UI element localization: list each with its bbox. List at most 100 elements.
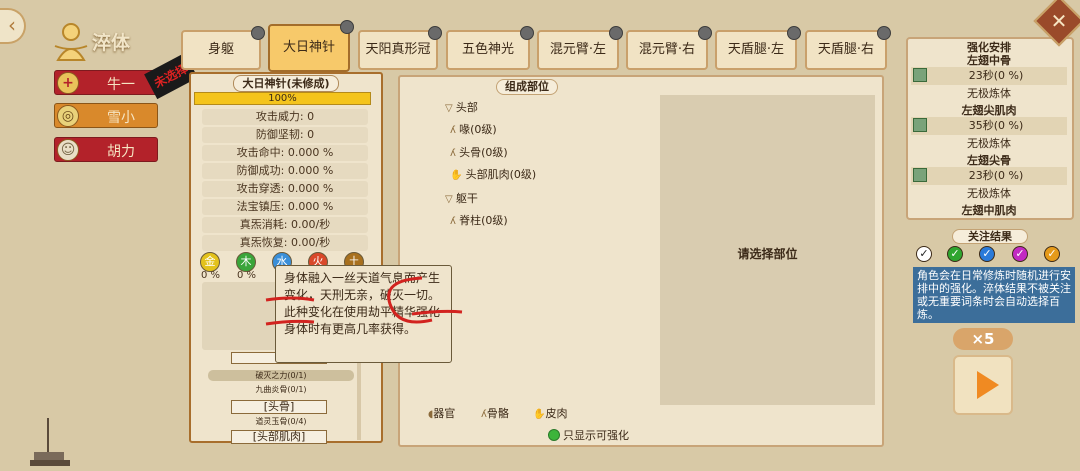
tree-item-skull[interactable]: ʎ 头骨(0级) <box>450 144 508 160</box>
sub-item-destruction[interactable]: 破灭之力(0/1) <box>208 370 354 381</box>
tab-label: 五色神光 <box>461 42 514 57</box>
play-icon <box>977 371 999 399</box>
tab-label: 混元臂·左 <box>549 42 607 57</box>
tab-body[interactable]: 身躯 <box>181 26 265 70</box>
bone-item-icon <box>913 68 927 82</box>
element-wood-icon: 木 <box>236 252 256 272</box>
muscle-item-icon <box>913 118 927 132</box>
plan-entry-name: 左翅尖骨 <box>967 154 1011 167</box>
stat-qi-recovery: 真炁恢复: 0.00/秒 <box>202 235 368 251</box>
element-wood-pct: 0 % <box>237 270 257 281</box>
collapse-arrow-icon: ▽ <box>445 194 456 205</box>
toggle-on-icon <box>548 429 560 441</box>
only-show-upgradable-toggle[interactable]: 只显示可强化 <box>548 427 629 443</box>
plan-entry-row[interactable]: 35秒(0 %) <box>911 117 1067 135</box>
tab-hunyuan-arm-right[interactable]: 混元臂·右 <box>626 26 712 70</box>
tab-label: 身躯 <box>207 42 234 57</box>
character-button-niuyi[interactable]: + 牛一 <box>54 70 158 95</box>
plus-icon: + <box>57 72 79 94</box>
legend-organ: ◖器官 <box>428 405 455 421</box>
focus-white-checkbox[interactable]: ✓ <box>916 246 932 262</box>
sub-item-daoling-bone[interactable]: 道灵玉骨(0/4) <box>208 416 354 427</box>
tab-label: 混元臂·右 <box>638 42 696 57</box>
tab-label: 天盾腿·左 <box>727 42 785 57</box>
close-icon: ✕ <box>1050 9 1068 33</box>
character-name: 雪小 <box>107 110 135 126</box>
character-name: 胡力 <box>107 144 135 160</box>
character-name: 牛一 <box>107 77 135 93</box>
select-part-prompt: 请选择部位 <box>737 247 798 261</box>
focus-orange-checkbox[interactable]: ✓ <box>1044 246 1060 262</box>
tab-label: 天盾腿·右 <box>817 42 875 57</box>
stat-treasure-suppression: 法宝镇压: 0.000 % <box>202 199 368 215</box>
plan-entry-name: 左翅中骨 <box>967 54 1011 67</box>
incense-burner-icon <box>30 418 70 466</box>
bone-icon: ʎ <box>450 148 460 159</box>
components-title: 组成部位 <box>496 79 558 95</box>
tree-group-head[interactable]: ▽ 头部 <box>445 99 478 115</box>
crest-icon: ◎ <box>57 105 79 127</box>
element-metal-pct: 0 % <box>201 270 221 281</box>
lock-icon <box>609 26 623 40</box>
body-tempering-icon <box>54 23 88 61</box>
collapse-arrow-icon: ▽ <box>445 103 456 114</box>
plan-entry-value: 23秒(0 %) <box>968 169 1024 182</box>
multiplier-button[interactable]: ×5 <box>953 328 1013 350</box>
tree-label: 躯干 <box>455 192 478 205</box>
plan-entry-name: 左翅中肌肉 <box>961 204 1017 217</box>
handwritten-annotation <box>265 276 463 326</box>
lock-icon <box>340 20 354 34</box>
organ-title: 大日神针(未修成) <box>233 75 339 92</box>
plan-entry-method: 无极炼体 <box>967 87 1011 100</box>
bone-item-icon <box>913 168 927 182</box>
legend-label: 骨骼 <box>486 407 509 420</box>
tab-tiandun-leg-right[interactable]: 天盾腿·右 <box>805 26 891 70</box>
focus-green-checkbox[interactable]: ✓ <box>947 246 963 262</box>
stat-attack-penetration: 攻击穿透: 0.000 % <box>202 181 368 197</box>
stat-attack-hit: 攻击命中: 0.000 % <box>202 145 368 161</box>
tree-label: 头骨(0级) <box>459 146 508 159</box>
stat-defense-success: 防御成功: 0.000 % <box>202 163 368 179</box>
stat-attack-power: 攻击威力: 0 <box>202 109 368 125</box>
element-metal-icon: 金 <box>200 252 220 272</box>
tab-tianyang-crown[interactable]: 天阳真形冠 <box>358 26 442 70</box>
sub-header-head-muscle: [头部肌肉] <box>231 430 327 444</box>
toggle-label: 只显示可强化 <box>563 429 629 442</box>
focus-blue-checkbox[interactable]: ✓ <box>979 246 995 262</box>
stat-qi-consumption: 真炁消耗: 0.00/秒 <box>202 217 368 233</box>
plan-entry-value: 23秒(0 %) <box>968 69 1024 82</box>
lock-icon <box>698 26 712 40</box>
character-button-xuexiao[interactable]: ◎ 雪小 <box>54 103 158 128</box>
character-button-huli[interactable]: ☺ 胡力 <box>54 137 158 162</box>
start-button[interactable] <box>953 355 1013 415</box>
tab-hunyuan-arm-left[interactable]: 混元臂·左 <box>537 26 623 70</box>
lock-icon <box>428 26 442 40</box>
legend-label: 皮肉 <box>545 407 568 420</box>
tree-label: 头部肌肉(0级) <box>465 168 537 181</box>
tab-dari-shenzhen[interactable]: 大日神针 <box>268 20 354 72</box>
tab-label: 天阳真形冠 <box>365 42 431 57</box>
stat-defense-toughness: 防御坚韧: 0 <box>202 127 368 143</box>
lock-icon <box>877 26 891 40</box>
sub-item-jiuqu-bone[interactable]: 九曲炎骨(0/1) <box>208 384 354 395</box>
tree-item-beak[interactable]: ʎ 喙(0级) <box>450 121 497 137</box>
lock-icon <box>520 26 534 40</box>
back-button[interactable]: ‹ <box>0 8 26 44</box>
lock-icon <box>251 26 265 40</box>
plan-entry-method: 无极炼体 <box>967 137 1011 150</box>
tab-wuse-light[interactable]: 五色神光 <box>446 26 534 70</box>
plan-entry-row[interactable]: 23秒(0 %) <box>911 67 1067 85</box>
page-title: 淬体 <box>92 32 131 54</box>
tree-item-spine[interactable]: ʎ 脊柱(0级) <box>450 212 508 228</box>
focus-purple-checkbox[interactable]: ✓ <box>1012 246 1028 262</box>
tree-group-torso[interactable]: ▽ 躯干 <box>445 190 478 206</box>
legend-bone: ʎ骨骼 <box>481 405 509 421</box>
plan-entry-row[interactable]: 23秒(0 %) <box>911 167 1067 185</box>
tree-item-head-muscle[interactable]: ✋ 头部肌肉(0级) <box>450 166 536 182</box>
legend-skin: ✋皮肉 <box>533 405 567 421</box>
tree-label: 喙(0级) <box>459 123 497 136</box>
bone-icon: ʎ <box>450 216 460 227</box>
progress-bar: 100% <box>194 92 371 105</box>
tab-tiandun-leg-left[interactable]: 天盾腿·左 <box>715 26 801 70</box>
focus-result-title: 关注结果 <box>952 229 1028 244</box>
